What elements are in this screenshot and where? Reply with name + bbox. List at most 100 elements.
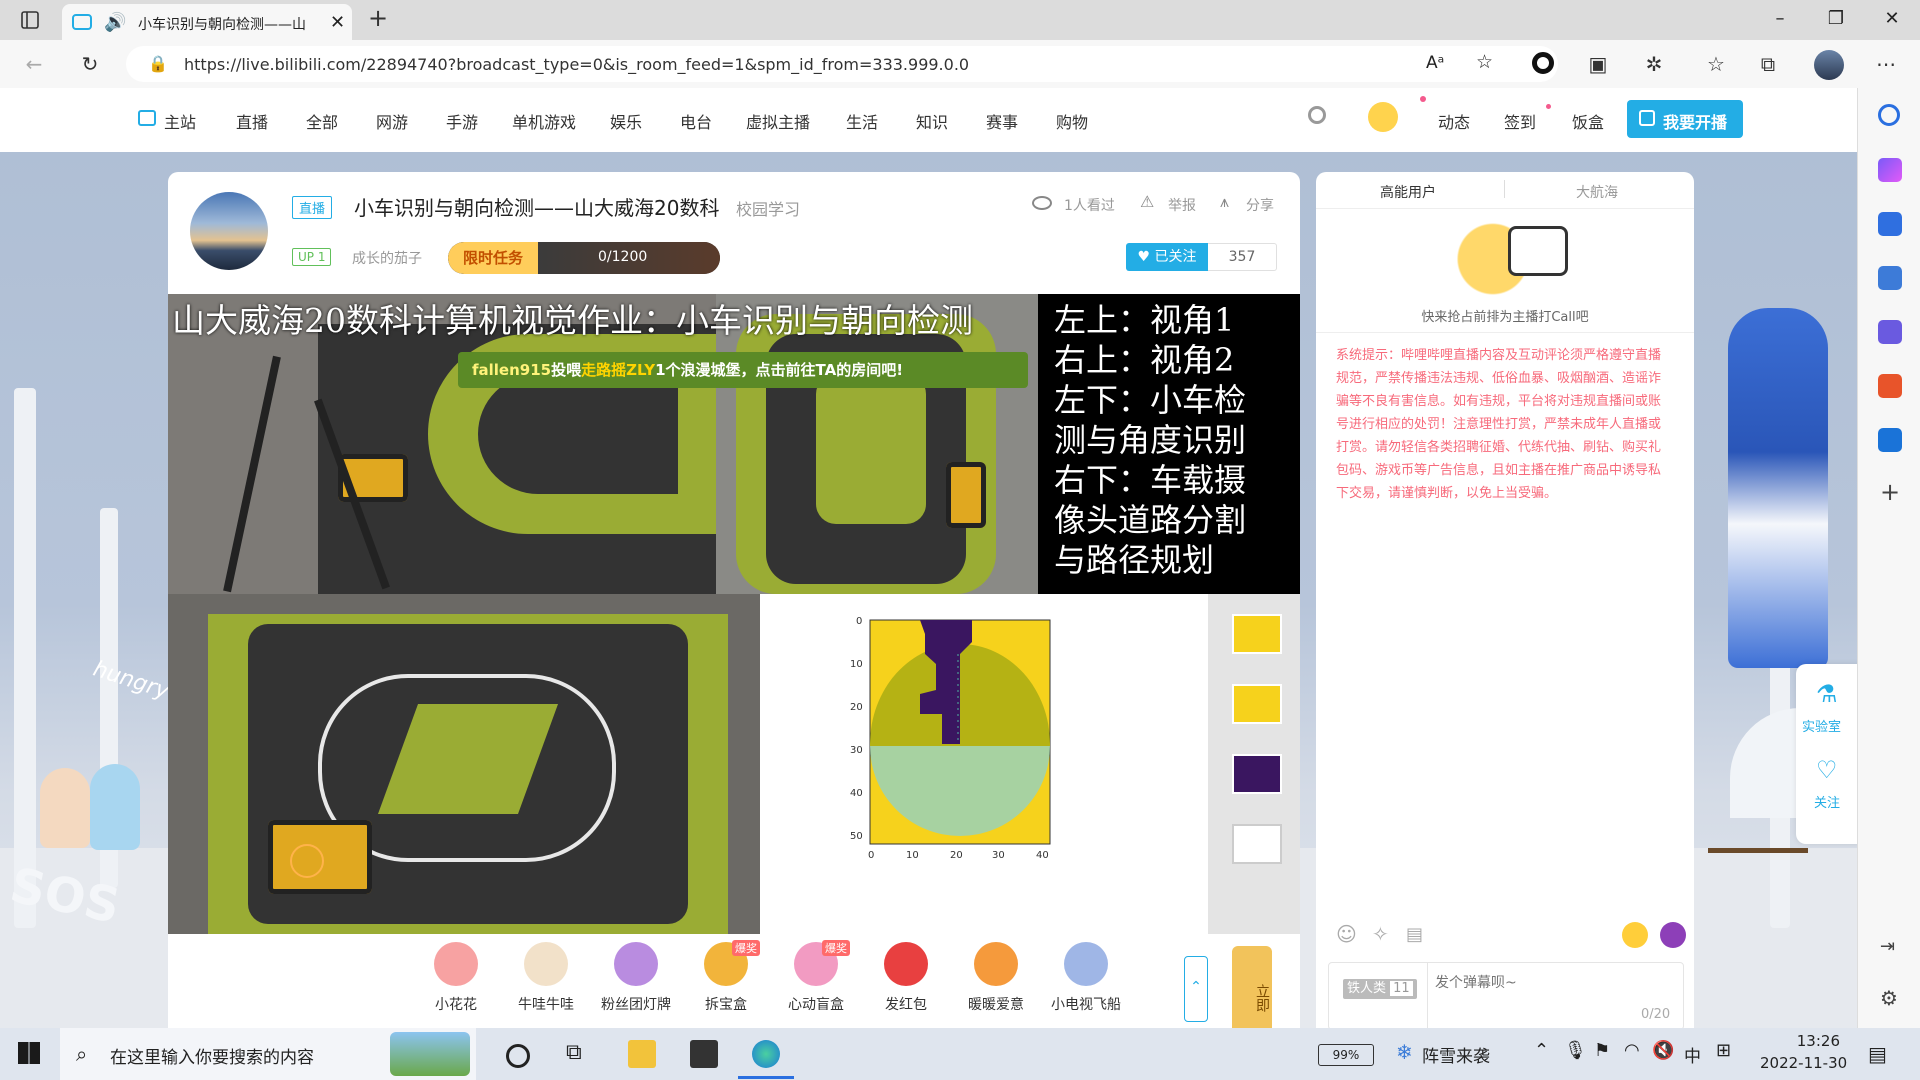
notification-center-icon[interactable]: ▤ (1868, 1042, 1887, 1066)
nav-esports[interactable]: 赛事 (986, 109, 1018, 133)
nav-shopping[interactable]: 购物 (1056, 109, 1088, 133)
sidebar-search-icon[interactable] (1878, 104, 1900, 126)
sidebar-settings-icon[interactable]: ⚙ (1880, 986, 1898, 1010)
close-window-icon[interactable]: ✕ (1864, 8, 1920, 29)
nav-vtuber[interactable]: 虚拟主播 (746, 109, 810, 133)
gift-item[interactable]: 发红包 (866, 942, 946, 1014)
nav-all[interactable]: 全部 (306, 109, 338, 133)
emoji-panel-icon[interactable]: ☺ (1336, 922, 1357, 946)
nav-radio[interactable]: 电台 (680, 109, 712, 133)
follow-side-button[interactable]: 关注 (1814, 792, 1840, 811)
sidebar-add-icon[interactable]: + (1880, 478, 1900, 506)
buy-now-button[interactable]: 立即 (1232, 946, 1272, 1028)
emoji-sunglasses-icon[interactable] (1622, 922, 1648, 948)
lab-button[interactable]: 实验室 (1802, 716, 1841, 735)
nav-single-games[interactable]: 单机游戏 (512, 109, 576, 133)
share-link[interactable]: 分享 (1246, 195, 1274, 215)
fan-medal-badge[interactable]: 铁人类 11 (1343, 979, 1417, 999)
read-aloud-icon[interactable]: Aᵃ (1426, 53, 1444, 73)
nav-live[interactable]: 直播 (236, 109, 268, 133)
sidebar-hide-icon[interactable]: ⇥ (1880, 936, 1895, 957)
gift-item[interactable]: 小电视飞船 (1046, 942, 1126, 1014)
follow-button[interactable]: ♥ 已关注 (1126, 243, 1208, 271)
extension-game-icon[interactable]: ▣ (1584, 50, 1612, 78)
sidebar-shopping-icon[interactable] (1878, 212, 1902, 236)
user-avatar[interactable] (1368, 102, 1398, 132)
new-tab-icon[interactable]: + (368, 4, 388, 32)
gift-broadcast-banner[interactable]: fallen915投喂走路摇ZLY1个浪漫城堡，点击前往TA的房间吧! (458, 352, 1028, 388)
battery-indicator[interactable]: 99% (1318, 1044, 1374, 1066)
tab-high-energy-users[interactable]: 高能用户 (1380, 182, 1436, 202)
gift-item[interactable]: 暖暖爱意 (956, 942, 1036, 1014)
weather-text[interactable]: 阵雪来袭 (1422, 1042, 1490, 1067)
collections-icon[interactable]: ⧉ (1754, 50, 1782, 78)
nav-knowledge[interactable]: 知识 (916, 109, 948, 133)
danmaku-input[interactable] (1433, 969, 1677, 997)
profile-avatar[interactable] (1814, 50, 1844, 80)
more-menu-icon[interactable]: ⋯ (1872, 50, 1900, 78)
close-tab-icon[interactable]: ✕ (330, 12, 345, 33)
refresh-icon[interactable]: ↻ (76, 50, 104, 78)
danmaku-settings-icon[interactable]: ▤ (1406, 924, 1423, 945)
address-bar[interactable]: 🔒 https://live.bilibili.com/22894740?bro… (126, 46, 1558, 82)
nav-entertainment[interactable]: 娱乐 (610, 109, 642, 133)
file-explorer-icon[interactable] (628, 1040, 656, 1068)
favorites-icon[interactable]: ☆ (1702, 50, 1730, 78)
limited-task-bar[interactable]: 限时任务 0/1200 (448, 242, 720, 274)
sidebar-tools-icon[interactable] (1878, 266, 1902, 290)
gift-expand-button[interactable]: ⌃ (1184, 956, 1208, 1022)
streamer-name[interactable]: 成长的茄子 (352, 248, 422, 268)
gift-item[interactable]: 爆奖 心动盲盒 (776, 940, 856, 1014)
clock-time[interactable]: 13:26 (1762, 1032, 1840, 1050)
extension-record-icon[interactable] (1532, 52, 1554, 74)
minimize-icon[interactable]: – (1752, 8, 1808, 29)
ime-indicator[interactable]: 中 (1684, 1042, 1701, 1067)
ime-mode-icon[interactable]: ⊞ (1716, 1040, 1731, 1061)
sidebar-outlook-icon[interactable] (1878, 428, 1902, 452)
nav-dynamics[interactable]: 动态 (1438, 109, 1470, 133)
nav-home[interactable]: 主站 (164, 109, 196, 133)
nav-checkin[interactable]: 签到 (1504, 109, 1536, 133)
tray-app-icon[interactable]: ⚑ (1594, 1040, 1610, 1061)
gift-item[interactable]: 粉丝团灯牌 (596, 942, 676, 1014)
terminal-icon[interactable] (690, 1040, 718, 1068)
nav-lunchbox[interactable]: 饭盒 (1572, 109, 1604, 133)
extensions-icon[interactable]: ✲ (1640, 50, 1668, 78)
plot-y-tick: 40 (850, 788, 863, 799)
effects-icon[interactable]: ✧ (1372, 922, 1389, 946)
sidebar-copilot-icon[interactable] (1878, 158, 1902, 182)
nav-life[interactable]: 生活 (846, 109, 878, 133)
sidebar-games-icon[interactable] (1878, 320, 1902, 344)
gift-item[interactable]: 小花花 (416, 942, 496, 1014)
microphone-icon[interactable]: 🎙 (1564, 1040, 1587, 1061)
search-icon[interactable] (1308, 106, 1326, 124)
tab-voyage[interactable]: 大航海 (1576, 182, 1618, 202)
chat-bubble-icon[interactable] (1660, 922, 1686, 948)
gift-item[interactable]: 牛哇牛哇 (506, 942, 586, 1014)
cortana-icon[interactable] (506, 1044, 530, 1068)
room-category[interactable]: 校园学习 (736, 196, 800, 220)
add-favorite-icon[interactable]: ☆ (1476, 51, 1493, 73)
tray-expand-icon[interactable]: ⌃ (1534, 1040, 1549, 1061)
browser-tab-active[interactable]: 🔊 小车识别与朝向检测——山 ✕ (62, 4, 352, 40)
speaker-icon[interactable]: 🔊 (104, 12, 126, 33)
nav-mobile-games[interactable]: 手游 (446, 109, 478, 133)
clock-date[interactable]: 2022-11-30 (1760, 1054, 1847, 1072)
windows-start-icon[interactable] (18, 1042, 40, 1064)
taskbar-search-box[interactable]: ⌕ 在这里输入你要搜索的内容 (60, 1028, 476, 1080)
task-view-icon[interactable]: ⧉ (566, 1040, 594, 1068)
wifi-icon[interactable]: ◠ (1624, 1040, 1640, 1061)
back-icon[interactable]: ← (20, 50, 48, 78)
maximize-icon[interactable]: ❐ (1808, 8, 1864, 29)
edge-browser-icon[interactable] (752, 1040, 780, 1068)
lock-icon[interactable]: 🔒 (148, 54, 168, 73)
streamer-avatar[interactable] (190, 192, 268, 270)
open-live-button[interactable]: 我要开播 (1627, 100, 1743, 138)
nav-online-games[interactable]: 网游 (376, 109, 408, 133)
report-link[interactable]: 举报 (1168, 195, 1196, 215)
tab-actions-icon[interactable] (16, 6, 44, 34)
gift-item[interactable]: 爆奖 拆宝盒 (686, 940, 766, 1014)
live-video-player[interactable]: 山大威海20数科计算机视觉作业：小车识别与朝向检测 左上：视角1 右上：视角2 … (168, 294, 1300, 934)
volume-muted-icon[interactable]: 🔇 (1652, 1040, 1674, 1061)
sidebar-office-icon[interactable] (1878, 374, 1902, 398)
